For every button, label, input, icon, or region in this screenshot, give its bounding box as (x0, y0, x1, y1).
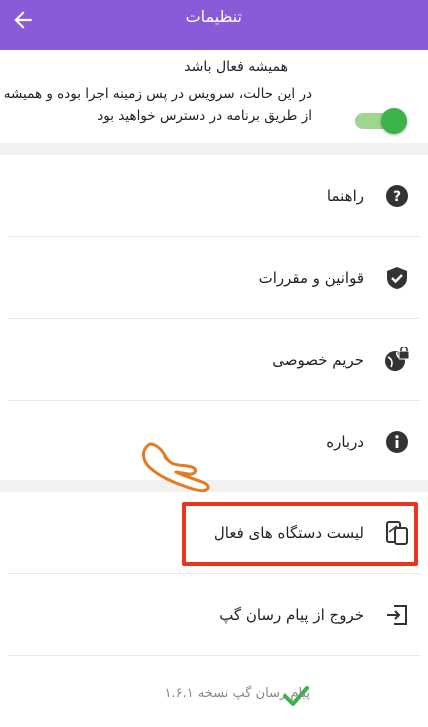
menu-item-help[interactable]: راهنما ? (0, 155, 428, 237)
settings-menu: راهنما ? قوانین و مقررات حریم خصوصی دربا… (0, 155, 428, 480)
info-icon (384, 429, 410, 455)
divider (8, 655, 420, 656)
menu-item-rules[interactable]: قوانین و مقررات (0, 237, 428, 319)
menu-item-privacy[interactable]: حریم خصوصی (0, 319, 428, 401)
menu-item-label: درباره (326, 433, 364, 451)
globe-lock-icon (384, 347, 410, 373)
switch-thumb (381, 108, 407, 134)
always-on-description: در این حالت، سرویس در پس زمینه اجرا بوده… (3, 86, 312, 124)
menu-item-label: قوانین و مقررات (258, 269, 364, 287)
menu-item-logout[interactable]: خروج از پیام رسان گپ (0, 574, 428, 656)
page-title: تنظیمات (185, 7, 242, 26)
always-on-title: همیشه فعال باشد (184, 59, 288, 75)
always-on-card: همیشه فعال باشد در این حالت، سرویس در پس… (0, 50, 428, 143)
hand-pointer-icon (142, 442, 210, 493)
shield-check-icon (384, 265, 410, 291)
version-text: پیام رسان گپ نسخه ۱.۶.۱ (164, 686, 310, 701)
help-circle-icon: ? (384, 183, 410, 209)
menu-item-label: حریم خصوصی (272, 351, 364, 369)
highlight-box (182, 502, 418, 566)
exit-icon (384, 602, 410, 628)
app-bar: تنظیمات (0, 0, 428, 50)
always-on-switch[interactable] (352, 108, 408, 134)
svg-text:?: ? (393, 189, 401, 205)
arrow-left-icon[interactable] (10, 7, 36, 33)
menu-item-label: خروج از پیام رسان گپ (219, 606, 364, 624)
menu-item-label: راهنما (326, 187, 364, 205)
